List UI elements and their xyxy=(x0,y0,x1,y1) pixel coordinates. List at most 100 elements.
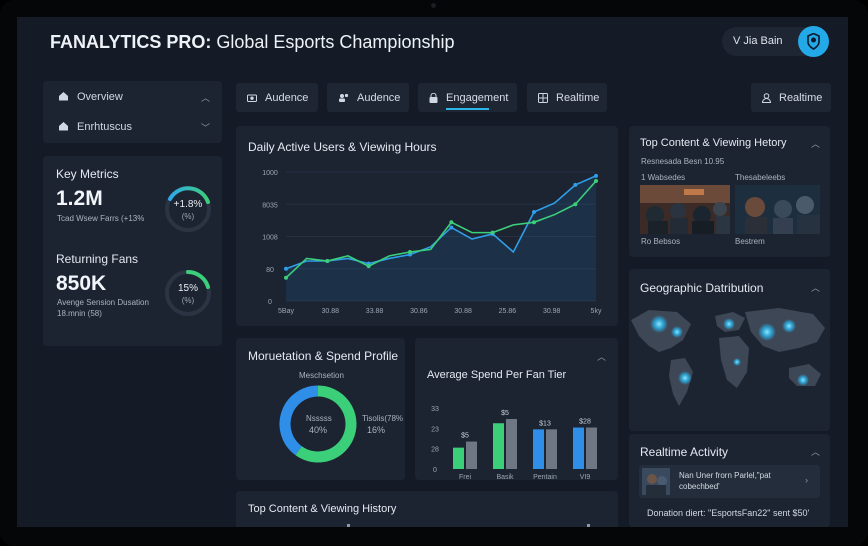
camera-icon xyxy=(247,93,257,102)
y-tick-label: 0 xyxy=(433,467,437,474)
data-point xyxy=(408,249,412,254)
world-map xyxy=(631,308,825,406)
geographic-panel: Geographic Datribution ︿ xyxy=(629,269,830,431)
sidebar-item-overview[interactable]: Overview ︿ xyxy=(43,82,222,112)
bar-chart: 33 23 28 0 $5 Frei $5 Basik $13 Pentain $28 VI9 xyxy=(431,406,597,480)
donut-label: Meschsetion xyxy=(299,371,344,380)
x-tick-label: 33.88 xyxy=(366,308,384,315)
key-metrics-title: Key Metrics xyxy=(56,167,119,181)
sidebar-item-label: Enrhtuscus xyxy=(77,121,133,133)
content-caption: Ro Bebsos xyxy=(641,237,681,246)
data-point xyxy=(573,202,578,207)
user-icon xyxy=(807,33,820,50)
x-tick-label: 25.86 xyxy=(499,308,517,315)
activity-item[interactable]: Nan Uner frorn Parlel,"pat cobechbed' › xyxy=(639,465,820,498)
donut-side-label: Tisolis(78% xyxy=(362,414,404,423)
y-tick-label: 1008 xyxy=(262,235,278,242)
bar xyxy=(586,427,597,469)
device-frame: FANALYTICS PRO: Global Esports Champions… xyxy=(0,0,868,546)
x-tick-label: Frei xyxy=(459,474,472,480)
activity-thumbnail xyxy=(642,468,670,495)
ring-value: 15% xyxy=(177,283,198,294)
bar xyxy=(533,429,544,469)
panel-subtitle: Resnesada Besn 10.95 xyxy=(641,157,725,166)
tab-realtime[interactable]: Realtime xyxy=(527,83,607,112)
x-tick-label: 30.98 xyxy=(543,308,561,315)
top-content-panel: Top Content & Viewing Hetory ︿ Resnesada… xyxy=(629,126,830,257)
spend-panel: Average Spend Per Fan Tier ︿ 33 23 28 0 $5 Fr… xyxy=(415,338,618,480)
grid-icon xyxy=(538,92,548,103)
users-icon xyxy=(338,93,349,102)
bar-value-label: $28 xyxy=(579,419,591,426)
data-point xyxy=(532,220,536,225)
metric-subtitle: Avenge Sension Dusation xyxy=(57,298,149,307)
metric-ring: +1.8% (%) xyxy=(164,185,212,233)
metric-value: 850K xyxy=(56,272,107,295)
y-tick-label: 80 xyxy=(266,267,274,274)
y-tick-label: 23 xyxy=(431,426,439,433)
returning-fans-title: Returning Fans xyxy=(56,252,139,266)
tab-label: Audence xyxy=(265,91,309,104)
tab-label: Engagement xyxy=(446,91,509,104)
tab-audience-1[interactable]: Audence xyxy=(236,83,318,112)
line-chart: 1000 8035 1008 80 0 5Bay 30.88 33.88 30.86 30.88 2… xyxy=(262,170,602,315)
data-point xyxy=(366,264,371,269)
home-icon xyxy=(43,91,68,104)
bar-value-label: $5 xyxy=(461,433,469,440)
bar-value-label: $13 xyxy=(539,420,551,427)
x-tick-label: 5Bay xyxy=(278,308,294,315)
user-name: V Jia Bain xyxy=(733,35,783,47)
panel-title: Realtime Activity xyxy=(640,445,729,459)
bottom-content-panel: Top Content & Viewing History xyxy=(236,491,618,527)
content-thumbnail[interactable] xyxy=(640,185,730,234)
chevron-down-icon: ﹀ xyxy=(200,123,210,133)
sidebar-item-secondary[interactable]: Enrhtuscus ﹀ xyxy=(43,112,222,142)
avatar[interactable] xyxy=(798,26,829,57)
panel-title: Top Content & Viewing History xyxy=(248,503,397,515)
donut-center-value: 40% xyxy=(309,425,328,435)
realtime-button[interactable]: Realtime xyxy=(751,83,831,112)
ring-sub: (%) xyxy=(181,296,195,305)
x-tick-label: Basik xyxy=(496,474,514,480)
donut-chart xyxy=(279,385,357,463)
ring-value: +1.8% xyxy=(173,199,203,210)
content-thumbnail[interactable] xyxy=(735,185,820,234)
tab-label: Audence xyxy=(357,91,401,104)
activity-text: Nan Uner frorn Parlel,"pat xyxy=(679,471,771,480)
bar xyxy=(506,418,517,469)
lock-icon xyxy=(429,92,438,103)
y-tick-label: 33 xyxy=(431,406,439,413)
y-tick-label: 28 xyxy=(431,447,439,454)
chevron-up-icon: ︿ xyxy=(200,93,210,103)
chevron-up-icon[interactable]: ︿ xyxy=(811,137,820,150)
x-tick-label: 30.88 xyxy=(322,308,340,315)
panel-title: Geographic Datribution xyxy=(640,281,764,295)
app-screen: FANALYTICS PRO: Global Esports Champions… xyxy=(17,17,848,527)
bar-value-label: $5 xyxy=(501,410,509,417)
sidebar-item-label: Overview xyxy=(77,91,123,103)
monetization-panel: Moruetation & Spend Profile Meschsetion … xyxy=(236,338,405,480)
bar xyxy=(493,423,504,469)
tab-engagement[interactable]: Engagement xyxy=(418,83,517,112)
x-tick-label: 30.86 xyxy=(410,308,428,315)
chevron-up-icon[interactable]: ︿ xyxy=(811,445,820,458)
activity-text: cobechbed' xyxy=(679,482,720,491)
tab-label: Realtime xyxy=(556,91,600,104)
metric-ring: 15% (%) xyxy=(164,269,212,317)
ring-sub: (%) xyxy=(181,212,195,221)
bar xyxy=(453,447,464,469)
camera-dot xyxy=(431,3,436,8)
tab-audience-2[interactable]: Audence xyxy=(327,83,409,112)
donut-center-label: Nsssss xyxy=(306,414,332,423)
user-icon xyxy=(762,92,771,103)
panel-title: Moruetation & Spend Profile xyxy=(248,349,399,363)
button-label: Realtime xyxy=(779,91,823,104)
y-tick-label: 8035 xyxy=(262,202,278,209)
data-point xyxy=(284,275,288,280)
chevron-up-icon[interactable]: ︿ xyxy=(811,281,820,294)
x-tick-label: 5ky xyxy=(591,308,602,315)
data-point xyxy=(325,259,330,264)
metric-subtitle: 18.mnin (58) xyxy=(57,309,102,318)
data-point xyxy=(284,266,288,271)
data-point xyxy=(449,220,454,225)
